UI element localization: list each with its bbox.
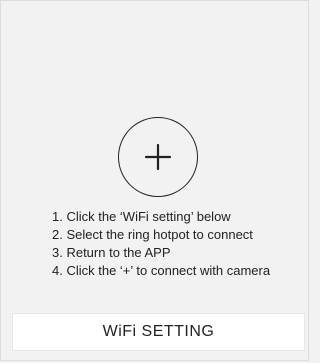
wifi-setting-button[interactable]: WiFi SETTING [12, 313, 305, 351]
wifi-setup-screen: 1. Click the ‘WiFi setting’ below 2. Sel… [0, 0, 311, 363]
add-camera-button[interactable] [118, 117, 198, 197]
instruction-step-1: 1. Click the ‘WiFi setting’ below [52, 209, 231, 224]
setup-instructions: 1. Click the ‘WiFi setting’ below 2. Sel… [52, 208, 270, 280]
plus-icon [144, 143, 172, 171]
instruction-step-4: 4. Click the ‘+’ to connect with camera [52, 263, 271, 278]
instruction-step-2: 2. Select the ring hotpot to connect [52, 227, 253, 242]
instruction-step-3: 3. Return to the APP [52, 245, 171, 260]
